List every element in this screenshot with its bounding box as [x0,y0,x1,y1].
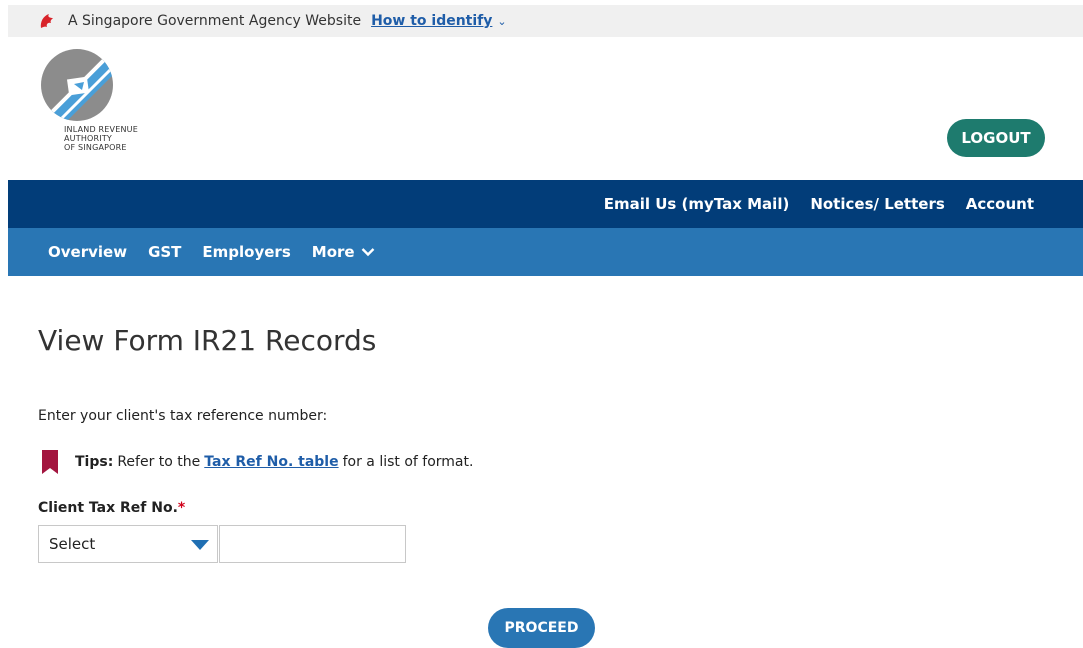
chevron-down-icon[interactable]: ⌄ [497,15,506,28]
page-title: View Form IR21 Records [38,324,377,357]
how-to-identify-link[interactable]: How to identify [371,13,492,29]
nav-account[interactable]: Account [966,195,1034,213]
required-marker: * [177,500,186,516]
field-label-text: Client Tax Ref No. [38,500,178,516]
nav-employers[interactable]: Employers [202,243,290,261]
nav-more[interactable]: More [312,243,375,261]
nav-notices-letters[interactable]: Notices/ Letters [810,195,944,213]
top-navigation: Email Us (myTax Mail) Notices/ Letters A… [8,180,1083,228]
tax-ref-type-select[interactable]: Select [38,525,218,563]
nav-gst[interactable]: GST [148,243,181,261]
nav-email-us[interactable]: Email Us (myTax Mail) [604,195,790,213]
gov-masthead: A Singapore Government Agency Website Ho… [8,5,1083,37]
logo-text-line: INLAND REVENUE [64,125,138,134]
tips-note: Tips: Refer to the Tax Ref No. table for… [42,450,473,474]
logo-text: INLAND REVENUE AUTHORITY OF SINGAPORE [64,125,138,152]
nav-overview[interactable]: Overview [48,243,127,261]
instruction-text: Enter your client's tax reference number… [38,408,328,424]
caret-down-icon [191,540,209,550]
tax-ref-table-link[interactable]: Tax Ref No. table [204,454,338,470]
lion-head-icon [40,14,53,28]
proceed-button[interactable]: PROCEED [488,608,595,648]
tips-text: Refer to the [117,454,201,470]
chevron-down-icon [361,248,374,257]
main-navigation: Overview GST Employers More [8,228,1083,276]
gov-agency-text: A Singapore Government Agency Website [68,13,362,29]
iras-logo-icon [41,49,113,121]
tax-ref-number-input[interactable] [219,525,406,563]
logo-text-line: OF SINGAPORE [64,143,127,152]
select-value: Select [49,535,96,553]
client-tax-ref-label: Client Tax Ref No.* [38,500,185,516]
logo-text-line: AUTHORITY [64,134,113,143]
nav-more-label: More [311,243,355,261]
tips-text: for a list of format. [342,454,474,470]
tips-label: Tips: [75,454,114,470]
bookmark-icon [42,450,58,474]
iras-logo[interactable]: INLAND REVENUE AUTHORITY OF SINGAPORE [40,48,170,163]
logout-button[interactable]: LOGOUT [947,119,1045,157]
